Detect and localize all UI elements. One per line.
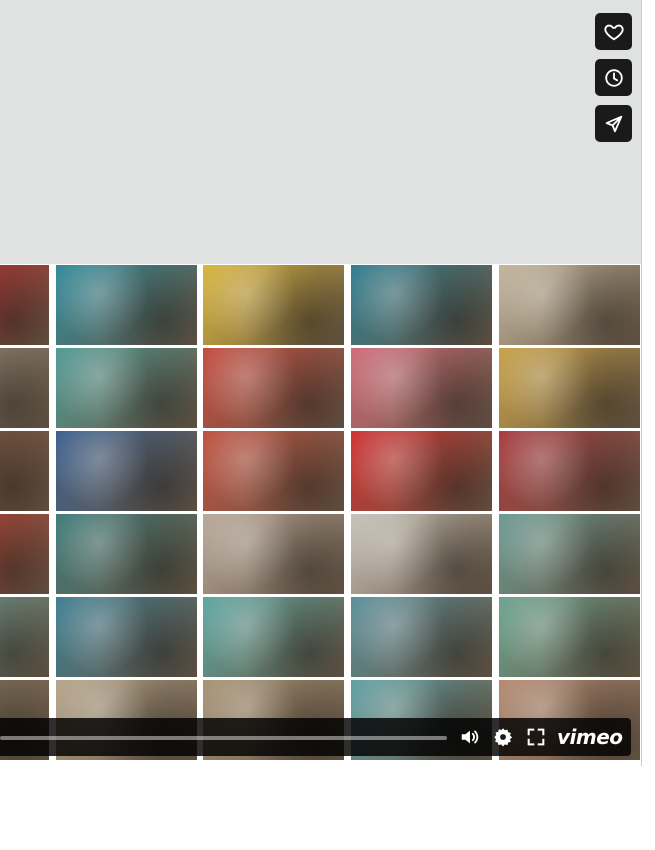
- thumbnail-tile: [499, 597, 640, 677]
- vimeo-logo[interactable]: vimeo: [557, 724, 623, 750]
- watch-later-button[interactable]: [595, 59, 632, 96]
- like-button[interactable]: [595, 13, 632, 50]
- fullscreen-icon[interactable]: [525, 726, 547, 748]
- thumbnail-tile: [499, 348, 640, 428]
- thumbnail-tile: [203, 514, 344, 594]
- volume-icon[interactable]: [459, 726, 481, 748]
- thumbnail-tile: [351, 265, 492, 345]
- thumbnail-tile: [56, 348, 197, 428]
- clock-icon: [604, 68, 623, 87]
- gear-icon[interactable]: [492, 726, 514, 748]
- thumbnail-tile: [56, 514, 197, 594]
- thumbnail-tile: [0, 597, 49, 677]
- thumbnail-tile: [203, 348, 344, 428]
- thumbnail-tile: [203, 431, 344, 511]
- video-player[interactable]: vimeo: [0, 0, 642, 766]
- thumbnail-tile: [0, 265, 49, 345]
- share-button[interactable]: [595, 105, 632, 142]
- thumbnail-tile: [0, 348, 49, 428]
- video-frame-mosaic: [0, 264, 641, 766]
- thumbnail-tile: [351, 431, 492, 511]
- control-bar: vimeo: [0, 718, 631, 756]
- progress-bar[interactable]: [0, 736, 447, 740]
- thumbnail-tile: [0, 431, 49, 511]
- thumbnail-tile: [203, 265, 344, 345]
- paper-plane-icon: [605, 115, 622, 132]
- heart-icon: [603, 24, 624, 40]
- thumbnail-tile: [499, 265, 640, 345]
- thumbnail-tile: [351, 348, 492, 428]
- thumbnail-tile: [56, 265, 197, 345]
- thumbnail-tile: [56, 597, 197, 677]
- thumbnail-tile: [499, 514, 640, 594]
- thumbnail-tile: [351, 514, 492, 594]
- thumbnail-tile: [499, 431, 640, 511]
- thumbnail-tile: [56, 431, 197, 511]
- thumbnail-tile: [0, 514, 49, 594]
- thumbnail-tile: [203, 597, 344, 677]
- thumbnail-tile: [351, 597, 492, 677]
